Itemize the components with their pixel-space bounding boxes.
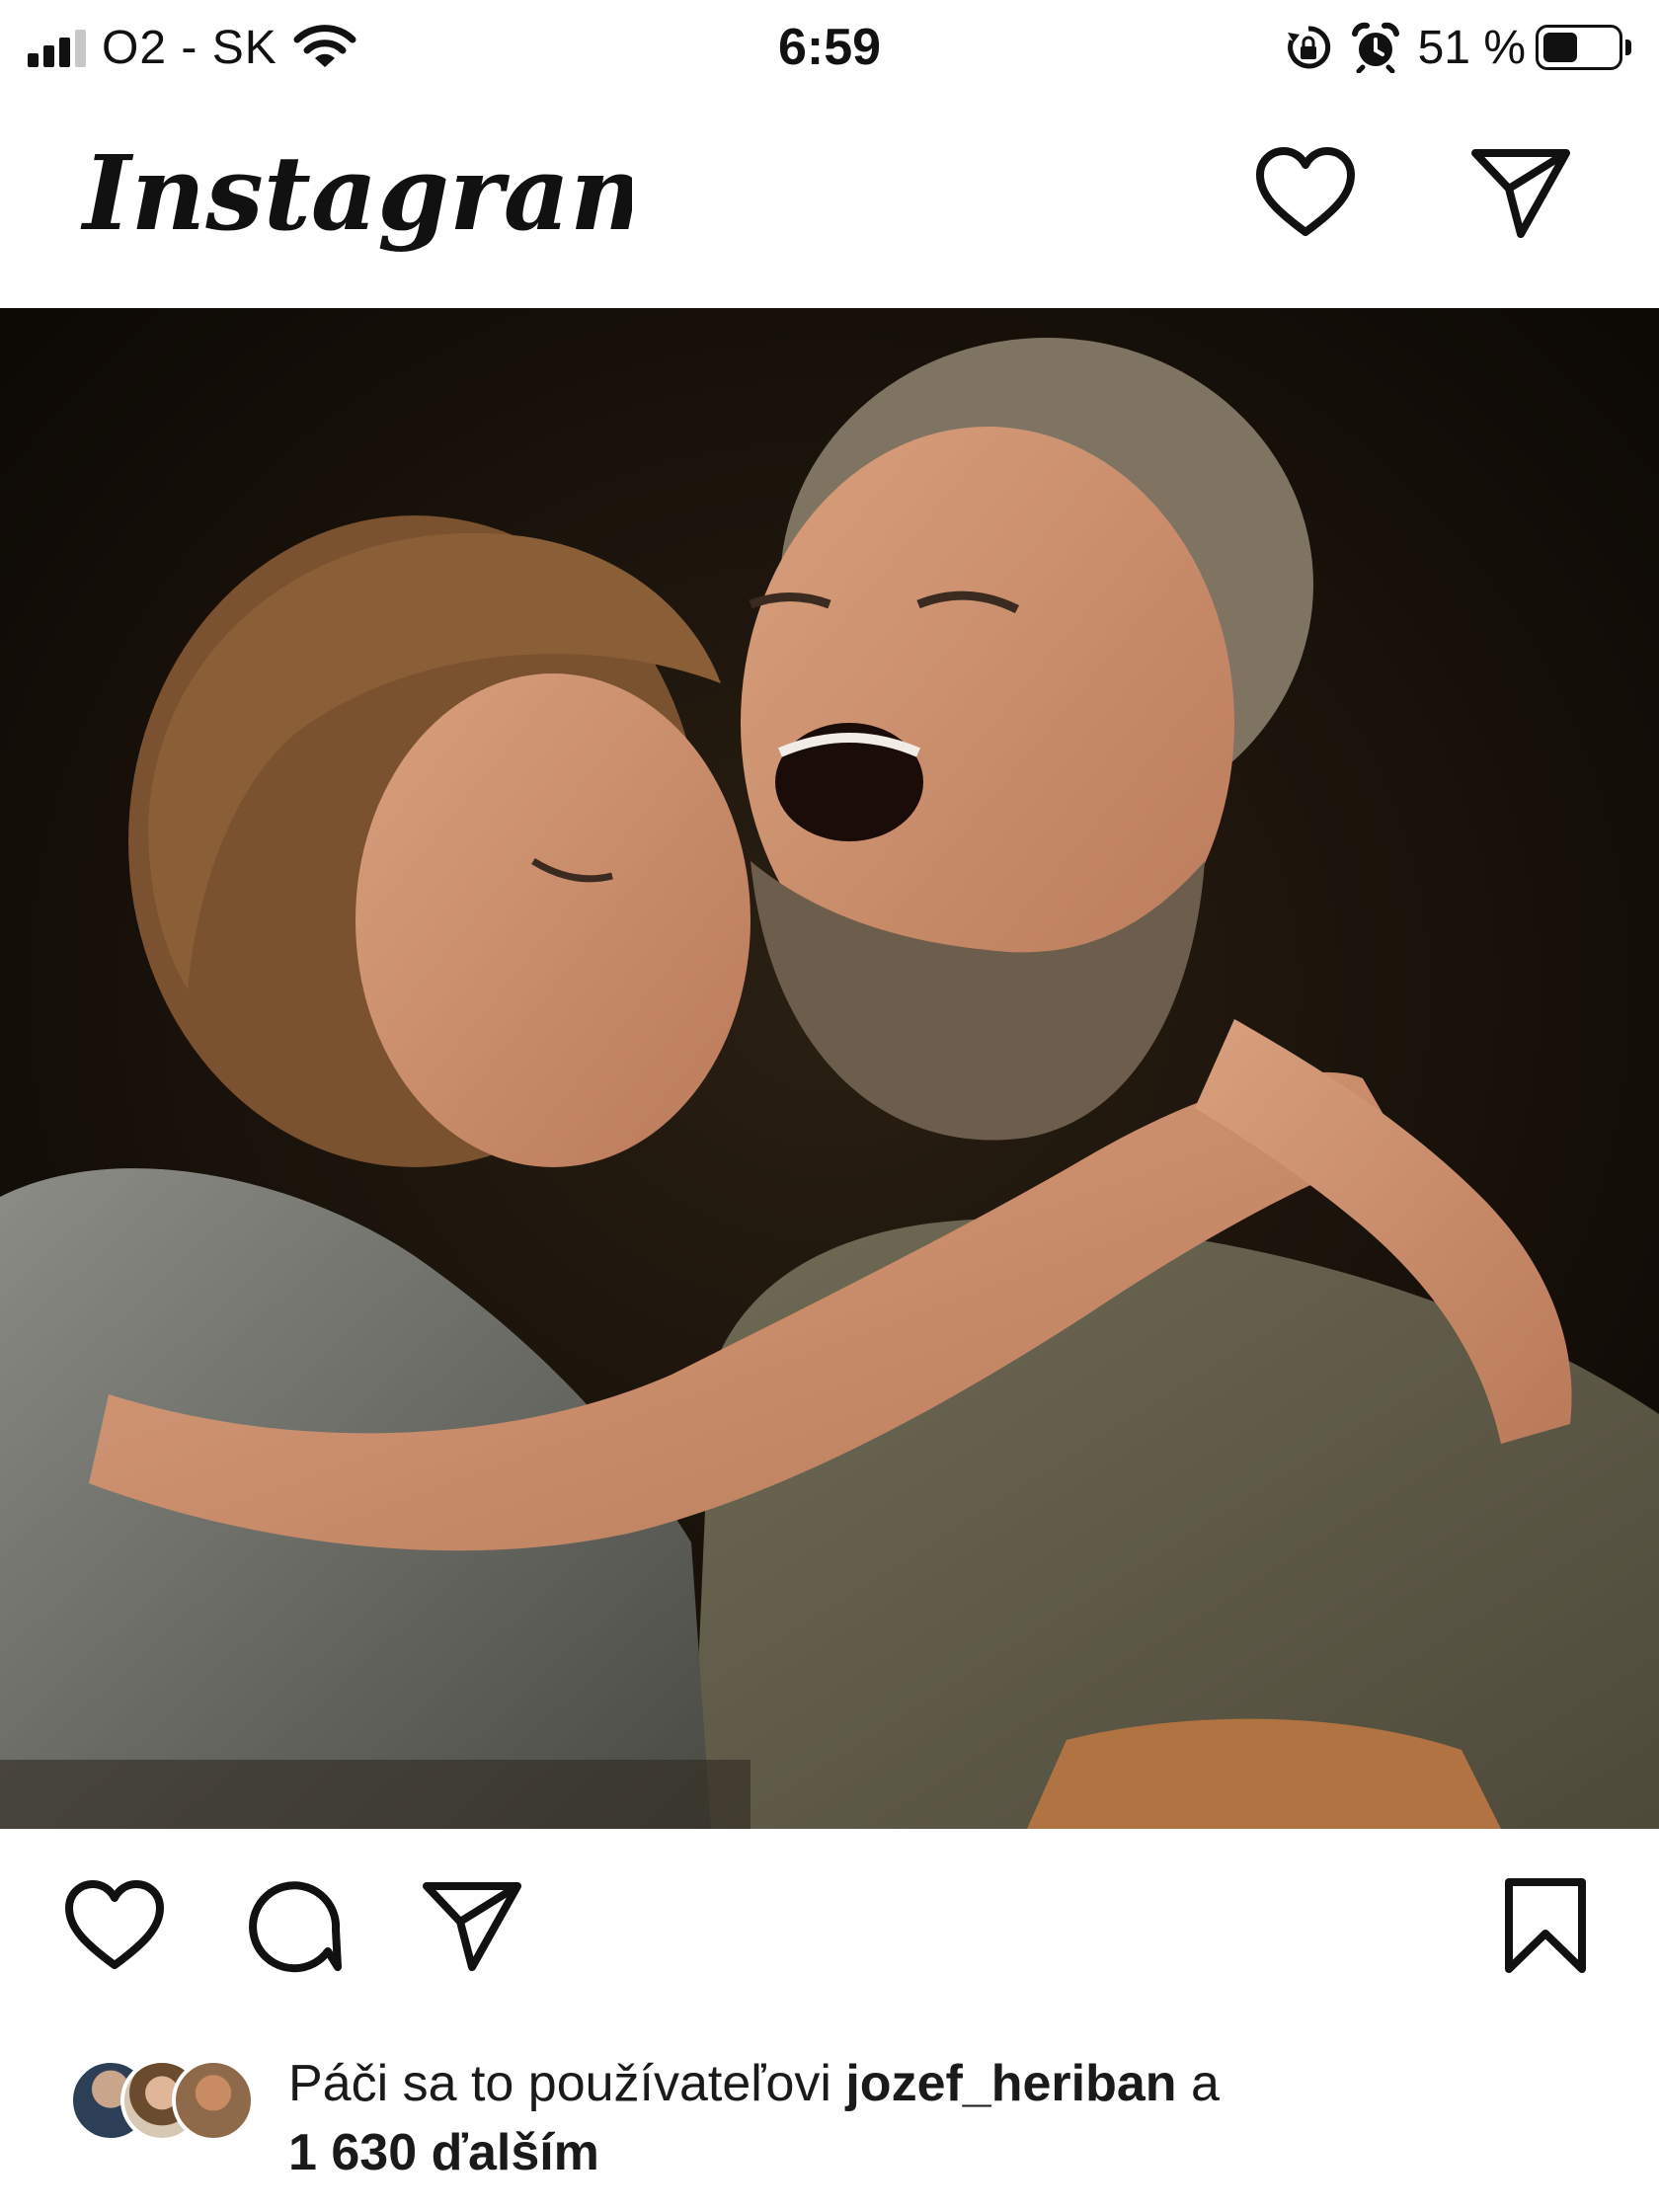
like-heart-icon[interactable] — [55, 1866, 174, 1985]
likes-prefix: Páči sa to používateľovi — [288, 2055, 846, 2112]
orientation-lock-icon — [1287, 26, 1330, 69]
battery-tip — [1625, 40, 1631, 55]
app-header: Instagram — [0, 99, 1659, 306]
likes-connector: a — [1176, 2055, 1220, 2112]
post-image[interactable] — [0, 308, 1659, 1829]
likes-summary: Páči sa to používateľovi jozef_heriban a… — [288, 2049, 1602, 2187]
heart-icon[interactable] — [1251, 138, 1360, 247]
likes-count[interactable]: 1 630 ďalším — [288, 2124, 599, 2181]
liker-avatars[interactable] — [69, 2059, 267, 2148]
share-icon[interactable] — [413, 1866, 531, 1985]
alarm-icon — [1351, 22, 1399, 73]
direct-message-icon[interactable] — [1466, 138, 1575, 247]
battery-fill — [1543, 33, 1577, 62]
bookmark-icon[interactable] — [1486, 1866, 1605, 1985]
comment-icon[interactable] — [233, 1866, 352, 1985]
post-photo — [0, 308, 1659, 1829]
status-right: 51 % — [1284, 18, 1631, 77]
avatar[interactable] — [172, 2059, 255, 2142]
liker-username[interactable]: jozef_heriban — [845, 2055, 1176, 2112]
instagram-logo[interactable]: Instagram — [79, 128, 632, 296]
likes-row: Páči sa to používateľovi jozef_heriban a… — [69, 2049, 1610, 2197]
status-bar: O2 - SK 6:59 51 % — [0, 0, 1659, 94]
battery-percent: 51 % — [1417, 21, 1526, 74]
svg-text:Instagram: Instagram — [80, 132, 632, 254]
battery-icon — [1536, 25, 1622, 70]
post-action-bar — [0, 1856, 1659, 1995]
